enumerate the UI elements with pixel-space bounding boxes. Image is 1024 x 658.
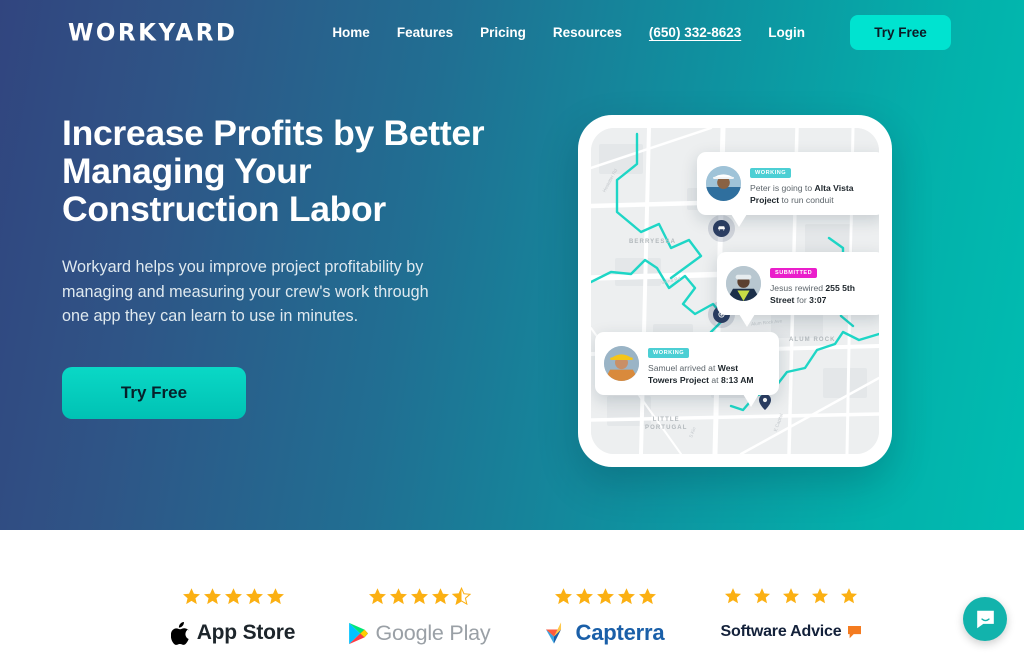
apple-icon: [170, 621, 189, 645]
star-rating-app-store: [182, 587, 285, 606]
note-pre: Jesus rewired: [770, 283, 826, 293]
vehicle-icon: [718, 226, 725, 231]
notification-body-peter: WORKING Peter is going to Alta Vista Pro…: [750, 161, 874, 206]
star-icon: [389, 588, 407, 605]
notification-card-samuel[interactable]: WORKING Samuel arrived at West Towers Pr…: [595, 332, 779, 407]
star-icon: [596, 588, 614, 605]
map-area-label-alum-rock: ALUM ROCK: [789, 337, 836, 343]
rating-capterra: Capterra: [512, 587, 698, 658]
avatar-samuel: [604, 346, 639, 381]
avatar-peter: [706, 166, 741, 201]
speech-bubble-icon: [848, 625, 862, 638]
card-tail: [739, 314, 755, 327]
note-pre: Peter is going to: [750, 183, 815, 193]
map-view[interactable]: BERRYESSA ALUM ROCK LITTLE PORTUGAL Host…: [591, 128, 879, 454]
brand-software-advice: Software Advice: [721, 620, 862, 644]
star-icon: [182, 588, 200, 605]
worker-photo-icon: [726, 266, 761, 301]
note-pre: Samuel arrived at: [648, 363, 718, 373]
worker-photo-icon: [604, 346, 639, 381]
ratings-section: App Store Google Play Capterra Software …: [0, 530, 1024, 658]
star-icon: [753, 588, 771, 604]
notification-card-peter[interactable]: WORKING Peter is going to Alta Vista Pro…: [697, 152, 879, 227]
star-icon: [203, 588, 221, 605]
map-area-label-berryessa: BERRYESSA: [629, 239, 677, 245]
nav-link-pricing[interactable]: Pricing: [480, 25, 526, 40]
nav-link-phone[interactable]: (650) 332-8623: [649, 25, 741, 40]
star-icon: [724, 588, 742, 604]
note-post: for: [794, 295, 810, 305]
notification-text-jesus: Jesus rewired 255 5th Street for 3:07: [770, 282, 874, 306]
status-badge-working: WORKING: [648, 348, 690, 358]
star-icon: [266, 588, 284, 605]
brand-app-store: App Store: [170, 621, 296, 645]
star-icon: [245, 588, 263, 605]
star-icon: [410, 588, 428, 605]
star-half-icon: [451, 587, 471, 606]
star-icon: [811, 588, 829, 604]
note-bold2: 8:13 AM: [720, 375, 754, 385]
hero-try-free-button[interactable]: Try Free: [62, 366, 246, 419]
nav-link-home[interactable]: Home: [332, 25, 370, 40]
star-icon: [368, 588, 386, 605]
worker-photo-icon: [706, 166, 741, 201]
hero-section: WORKYARD Home Features Pricing Resources…: [0, 0, 1024, 530]
chat-bubble-icon: [976, 610, 994, 628]
star-icon: [575, 588, 593, 605]
brand-capterra: Capterra: [545, 620, 665, 645]
top-navigation-bar: WORKYARD Home Features Pricing Resources…: [0, 0, 1024, 64]
rating-app-store: App Store: [140, 587, 326, 658]
star-rating-capterra: [554, 587, 657, 606]
note-bold2: 3:07: [809, 295, 827, 305]
status-badge-submitted: SUBMITTED: [770, 268, 818, 278]
app-preview-device: BERRYESSA ALUM ROCK LITTLE PORTUGAL Host…: [578, 115, 892, 467]
workyard-logo[interactable]: WORKYARD: [68, 19, 238, 46]
brand-name-app-store: App Store: [196, 621, 296, 644]
rating-software-advice: Software Advice: [698, 587, 884, 658]
brand-google-play: Google Play: [348, 621, 491, 645]
star-rating-software-advice: [724, 587, 858, 605]
notification-body-samuel: WORKING Samuel arrived at West Towers Pr…: [648, 341, 768, 386]
star-icon: [638, 588, 656, 605]
star-icon: [224, 588, 242, 605]
star-rating-google-play: [368, 587, 471, 606]
location-pin-icon: [759, 394, 771, 410]
status-badge-working: WORKING: [750, 168, 792, 178]
rating-google-play: Google Play: [326, 587, 512, 658]
star-icon: [840, 588, 858, 604]
chat-widget-button[interactable]: [963, 597, 1007, 641]
nav-link-resources[interactable]: Resources: [553, 25, 622, 40]
notification-body-jesus: SUBMITTED Jesus rewired 255 5th Street f…: [770, 261, 874, 306]
brand-name-google-play: Google Play: [375, 620, 491, 645]
notification-text-samuel: Samuel arrived at West Towers Project at…: [648, 362, 768, 386]
map-area-label-little-portugal: LITTLE PORTUGAL: [645, 417, 688, 431]
brand-name-capterra: Capterra: [575, 620, 665, 645]
notification-text-peter: Peter is going to Alta Vista Project to …: [750, 182, 874, 206]
star-icon: [782, 588, 800, 604]
nav-try-free-button[interactable]: Try Free: [850, 14, 951, 50]
star-icon: [554, 588, 572, 605]
hero-copy: Increase Profits by Better Managing Your…: [62, 114, 562, 419]
brand-name-software-advice: Software Advice: [720, 623, 842, 640]
note-post: to run conduit: [779, 195, 834, 205]
card-tail: [731, 214, 747, 227]
map-marker-vehicle[interactable]: [713, 220, 730, 237]
note-post: at: [708, 375, 721, 385]
nav-link-features[interactable]: Features: [397, 25, 453, 40]
hero-subheadline: Workyard helps you improve project profi…: [62, 258, 429, 325]
capterra-icon: [545, 622, 561, 644]
avatar-jesus: [726, 266, 761, 301]
hero-headline: Increase Profits by Better Managing Your…: [62, 113, 485, 229]
notification-card-jesus[interactable]: SUBMITTED Jesus rewired 255 5th Street f…: [717, 252, 879, 327]
google-play-icon: [348, 622, 368, 644]
star-icon: [431, 588, 449, 605]
nav-link-login[interactable]: Login: [768, 25, 805, 40]
nav-links-group: Home Features Pricing Resources (650) 33…: [332, 0, 951, 64]
star-icon: [617, 588, 635, 605]
card-tail: [743, 394, 759, 407]
